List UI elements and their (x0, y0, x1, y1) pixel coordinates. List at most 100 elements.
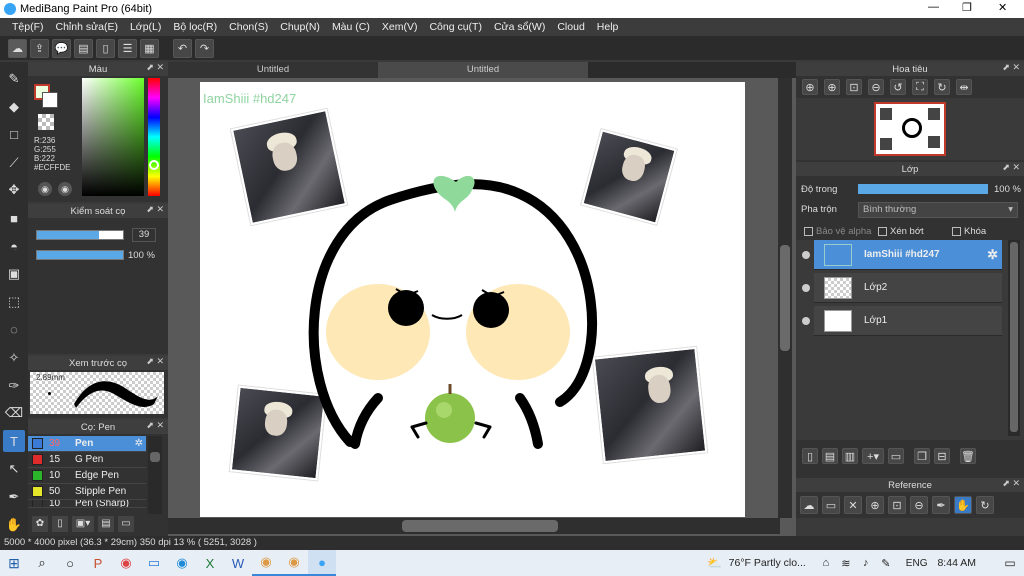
eyedropper-tool-icon[interactable]: ✒ (3, 486, 25, 508)
new-layer-icon[interactable]: ▯ (802, 448, 818, 464)
maximize-button[interactable]: ❐ (962, 1, 972, 14)
menu-cloud[interactable]: Cloud (551, 21, 590, 33)
flip-icon[interactable]: ⇹ (956, 79, 972, 95)
select-tool-icon[interactable]: ⬚ (3, 291, 25, 313)
brush-item[interactable]: 10 Pen (Sharp) (28, 500, 146, 508)
menu-file[interactable]: Tệp(F) (6, 21, 50, 33)
merge-layer-icon[interactable]: ⊟ (934, 448, 950, 464)
brush-tool-icon[interactable]: ✎ (3, 68, 25, 90)
tab-untitled-2[interactable]: Untitled (378, 62, 588, 78)
canvas-page[interactable]: IamShiii #hd247 (200, 82, 745, 517)
protect-alpha-checkbox[interactable]: Bảo vệ alpha (804, 226, 871, 237)
browser-icon[interactable]: ◉ (112, 550, 140, 576)
reference-eyedropper-icon[interactable]: ✒ (932, 496, 950, 514)
network-icon[interactable]: ⌂ (816, 550, 836, 576)
edge-icon[interactable]: ◉ (168, 550, 196, 576)
layer-blend-select[interactable]: Bình thường ▾ (858, 202, 1018, 218)
weather-text[interactable]: 76°F Partly clo... (729, 557, 806, 569)
reference-close-icon[interactable]: ✕ (844, 496, 862, 514)
eraser-tool-icon[interactable]: ◆ (3, 96, 25, 118)
reference-zoom-in-icon[interactable]: ⊕ (866, 496, 884, 514)
menu-snap[interactable]: Chụp(N) (274, 21, 326, 33)
reference-hand-icon[interactable]: ✋ (954, 496, 972, 514)
menu-help[interactable]: Help (591, 21, 625, 33)
powerpoint-icon[interactable]: P (84, 550, 112, 576)
menu-select[interactable]: Chọn(S) (223, 21, 274, 33)
chrome-icon[interactable]: ◉ (252, 550, 280, 576)
hand-tool-icon[interactable]: ✋ (3, 514, 25, 536)
close-button[interactable]: ✕ (998, 1, 1007, 14)
layer-item[interactable]: Lớp2 (802, 273, 1002, 303)
text-tool-icon[interactable]: T (3, 430, 25, 453)
hue-marker[interactable] (149, 160, 159, 170)
visibility-eye-icon[interactable] (802, 316, 810, 325)
palette-icon[interactable]: ◉ (38, 182, 52, 196)
new-halftone-layer-icon[interactable]: ▤ (822, 448, 838, 464)
visibility-eye-icon[interactable] (802, 250, 810, 259)
search-icon[interactable]: ⌕ (28, 550, 56, 576)
delete-layer-icon[interactable]: 🗑 (960, 448, 976, 464)
select-pen-icon[interactable]: ✑ (3, 375, 25, 397)
chrome-icon-2[interactable]: ◉ (280, 550, 308, 576)
zoom-fit-icon[interactable]: ⊕ (802, 79, 818, 95)
menu-window[interactable]: Cửa sổ(W) (488, 21, 551, 33)
speech-bubble-icon[interactable]: 💬 (52, 38, 71, 58)
select-eraser-icon[interactable]: ⌫ (3, 403, 25, 425)
redo-icon[interactable]: ↷ (195, 38, 214, 58)
menu-view[interactable]: Xem(V) (376, 21, 424, 33)
zoom-actual-icon[interactable]: ⊡ (846, 79, 862, 95)
medibang-icon[interactable]: ● (308, 550, 336, 576)
notification-icon[interactable]: ▭ (996, 550, 1024, 576)
move-tool-icon[interactable]: ✥ (3, 180, 25, 202)
gear-icon[interactable]: ✲ (135, 438, 143, 449)
word-icon[interactable]: W (224, 550, 252, 576)
gradient-tool-icon[interactable]: ▣ (3, 263, 25, 285)
canvas-horizontal-scroll-thumb[interactable] (402, 520, 558, 532)
zoom-in-icon[interactable]: ⊕ (824, 79, 840, 95)
duplicate-layer-icon[interactable]: ❐ (914, 448, 930, 464)
clock[interactable]: 8:44 AM (937, 557, 976, 569)
export-icon[interactable]: ⇪ (30, 38, 49, 58)
fit-window-icon[interactable]: ⛶ (912, 79, 928, 95)
new-brush-icon[interactable]: ▯ (52, 516, 68, 532)
clipping-checkbox[interactable]: Xén bớt (878, 226, 924, 237)
minimize-button[interactable]: — (928, 1, 939, 13)
reference-rotate-icon[interactable]: ↻ (976, 496, 994, 514)
layer-list-scrollbar[interactable] (1008, 240, 1020, 436)
zoom-out-icon[interactable]: ⊖ (868, 79, 884, 95)
bg-color-swatch[interactable] (42, 92, 58, 108)
brush-settings-icon[interactable]: ▤ (98, 516, 114, 532)
cloud-icon[interactable]: ☁ (8, 38, 27, 58)
brush-item[interactable]: 50 Stipple Pen (28, 484, 146, 500)
bucket-tool-icon[interactable]: ◓ (3, 235, 25, 257)
navigator-preview[interactable] (796, 98, 1024, 160)
layer-folder-icon[interactable]: ▭ (888, 448, 904, 464)
list-icon[interactable]: ☰ (118, 38, 137, 58)
brush-item[interactable]: 10 Edge Pen (28, 468, 146, 484)
grid-icon[interactable]: ▦ (140, 38, 159, 58)
layer-add-menu-icon[interactable]: +▾ (862, 448, 884, 464)
brush-opacity-slider[interactable] (36, 250, 124, 260)
palette-add-icon[interactable]: ◉ (58, 182, 72, 196)
brush-item[interactable]: 15 G Pen (28, 452, 146, 468)
brush-folder-icon[interactable]: ▭ (118, 516, 134, 532)
saturation-value-picker[interactable] (82, 78, 144, 196)
task-view-icon[interactable]: ○ (56, 550, 84, 576)
reference-cloud-icon[interactable]: ☁ (800, 496, 818, 514)
layer-item[interactable]: Lớp1 (802, 306, 1002, 336)
magic-wand-icon[interactable]: ✧ (3, 347, 25, 369)
menu-layer[interactable]: Lớp(L) (124, 21, 167, 33)
brush-item[interactable]: 39 Pen ✲ (28, 436, 146, 452)
transparent-swatch[interactable] (38, 114, 54, 130)
tab-untitled-1[interactable]: Untitled (168, 62, 378, 78)
rectangle-tool-icon[interactable]: □ (3, 124, 25, 146)
menu-color[interactable]: Màu (C) (326, 21, 376, 33)
reference-fit-icon[interactable]: ⊡ (888, 496, 906, 514)
brush-list-scrollbar[interactable] (148, 436, 162, 514)
gear-icon[interactable]: ✲ (987, 247, 998, 263)
layer-opacity-slider[interactable] (858, 184, 988, 194)
canvas-vertical-scroll-thumb[interactable] (780, 245, 790, 351)
new-1bit-layer-icon[interactable]: ▥ (842, 448, 858, 464)
page-icon[interactable]: ▯ (96, 38, 115, 58)
pen-icon[interactable]: ✎ (876, 550, 896, 576)
